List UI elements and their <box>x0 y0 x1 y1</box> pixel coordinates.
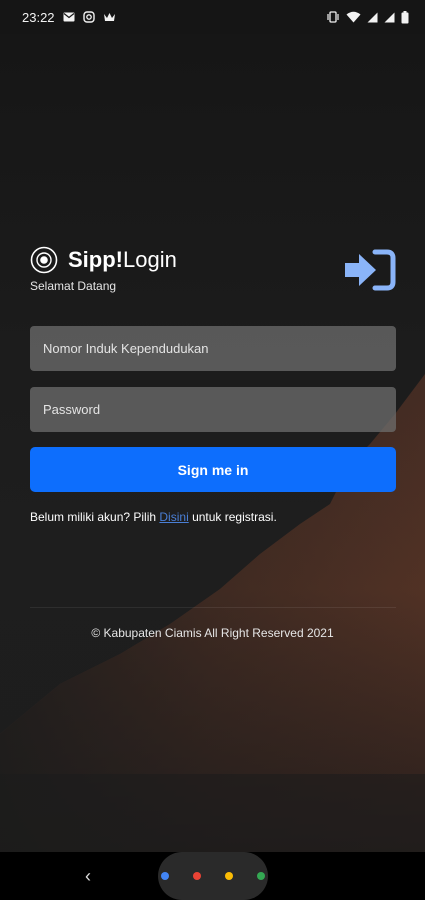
mountain-silhouette <box>0 374 425 852</box>
instagram-icon <box>82 11 95 23</box>
back-button[interactable]: ‹ <box>78 865 98 887</box>
assistant-dot-red <box>193 872 201 880</box>
assistant-dot-blue <box>161 872 169 880</box>
mail-icon <box>63 12 75 22</box>
copyright-footer: © Kabupaten Ciamis All Right Reserved 20… <box>91 626 334 640</box>
signal-icon <box>367 12 378 23</box>
background-image <box>0 34 425 852</box>
register-prompt: Belum miliki akun? Pilih Disini untuk re… <box>30 510 277 524</box>
register-prefix: Belum miliki akun? Pilih <box>30 510 160 524</box>
app-title-light: Login <box>123 247 177 272</box>
app-title-bold: Sipp! <box>68 247 123 272</box>
battery-icon <box>401 10 409 24</box>
nik-input[interactable] <box>30 326 396 371</box>
sign-in-button[interactable]: Sign me in <box>30 447 396 492</box>
status-right <box>326 10 409 24</box>
status-bar: 23:22 <box>0 0 425 34</box>
navigation-bar: ‹ <box>0 852 425 900</box>
crown-icon <box>103 12 116 22</box>
status-left: 23:22 <box>22 10 116 25</box>
sign-in-icon <box>343 248 397 292</box>
register-link[interactable]: Disini <box>159 510 188 524</box>
assistant-home-button[interactable] <box>158 852 268 900</box>
signal-icon <box>384 12 395 23</box>
assistant-dot-yellow <box>225 872 233 880</box>
register-suffix: untuk registrasi. <box>188 510 277 524</box>
assistant-dot-green <box>257 872 265 880</box>
vibrate-icon <box>326 11 340 23</box>
status-time: 23:22 <box>22 9 55 25</box>
login-header: Sipp!Login Selamat Datang <box>30 246 396 296</box>
target-icon <box>30 246 58 274</box>
app-title: Sipp!Login <box>68 246 177 274</box>
password-input[interactable] <box>30 387 396 432</box>
footer-divider <box>30 607 396 608</box>
wifi-icon <box>346 11 361 23</box>
chevron-left-icon: ‹ <box>85 865 91 886</box>
welcome-subtitle: Selamat Datang <box>30 279 117 293</box>
